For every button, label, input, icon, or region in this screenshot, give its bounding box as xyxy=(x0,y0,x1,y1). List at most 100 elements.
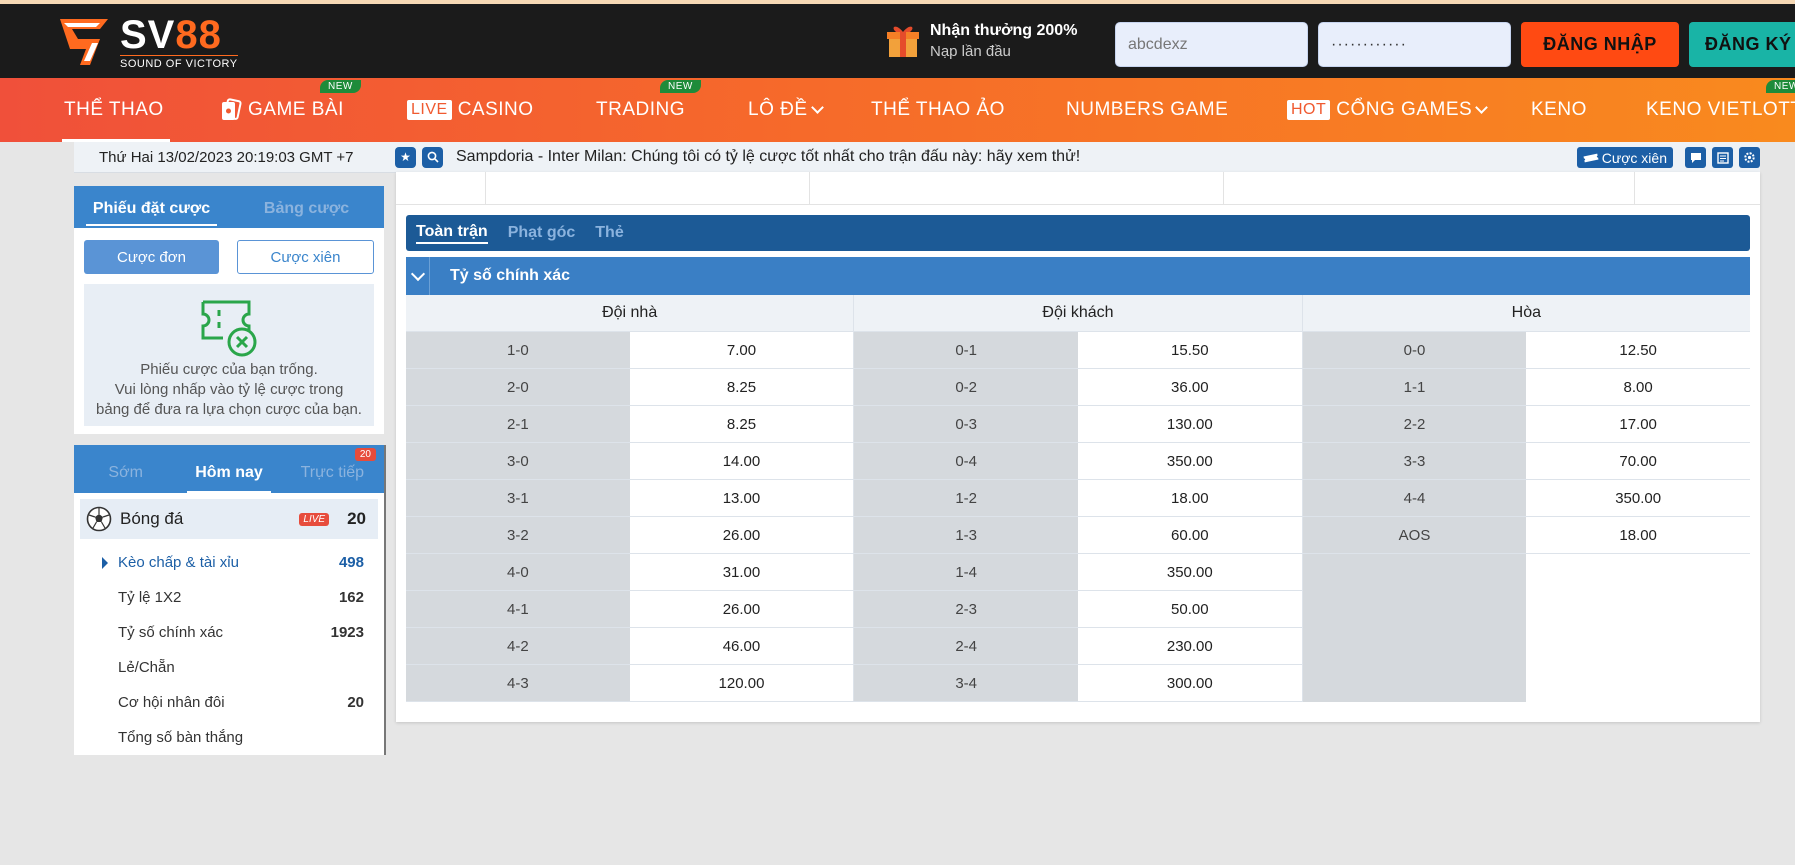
odds-price-button[interactable]: 230.00 xyxy=(1077,628,1302,664)
odds-price-button[interactable]: 8.25 xyxy=(629,406,854,442)
search-icon[interactable] xyxy=(422,146,443,168)
promo-subtitle: Nạp lần đầu xyxy=(930,43,1011,60)
nav-keno-vietlott[interactable]: KENO VIETLOTT NEW xyxy=(1646,78,1795,142)
table-row: 1-3 60.00 xyxy=(854,517,1302,554)
first-deposit-promo[interactable]: Nhận thưởng 200% Nạp lần đầu xyxy=(886,22,1077,60)
odds-price-button[interactable]: 120.00 xyxy=(629,665,854,701)
tab-early[interactable]: Sớm xyxy=(74,456,177,482)
settings-gear-icon[interactable] xyxy=(1739,147,1760,168)
sport-count: 20 xyxy=(347,509,366,528)
odds-price-button[interactable]: 350.00 xyxy=(1077,554,1302,590)
market-double-chance[interactable]: Cơ hội nhân đôi 20 xyxy=(74,685,384,720)
odds-price-button[interactable]: 46.00 xyxy=(629,628,854,664)
nav-trading[interactable]: TRADING NEW xyxy=(596,78,701,142)
playing-cards-icon xyxy=(222,98,242,120)
collapse-toggle[interactable] xyxy=(406,257,430,295)
tab-bet-slip[interactable]: Phiếu đặt cược xyxy=(74,200,229,228)
table-row: 2-3 50.00 xyxy=(854,591,1302,628)
sport-football[interactable]: Bóng đá LIVE 20 xyxy=(80,499,378,539)
market-header[interactable]: Tỷ số chính xác xyxy=(406,257,1750,295)
nav-live-casino[interactable]: LIVE CASINO xyxy=(407,78,534,142)
parlay-label: Cược xiên xyxy=(1601,149,1667,166)
nav-lottery[interactable]: LÔ ĐỀ xyxy=(748,78,824,142)
market-handicap-over-under[interactable]: Kèo chấp & tài xỉu 498 xyxy=(74,545,384,580)
tab-live-label: Trực tiếp xyxy=(300,464,365,481)
single-bet-button[interactable]: Cược đơn xyxy=(84,240,219,274)
register-button[interactable]: ĐĂNG KÝ xyxy=(1689,22,1795,67)
login-button[interactable]: ĐĂNG NHẬP xyxy=(1521,22,1679,67)
match-header-strip xyxy=(396,172,1760,205)
parlay-button[interactable]: Cược xiên xyxy=(1576,147,1673,168)
nav-virtual-sports[interactable]: THỂ THAO ẢO xyxy=(871,78,1005,142)
odds-price-button[interactable]: 7.00 xyxy=(629,332,854,368)
empty-message-line: Vui lòng nhấp vào tỷ lệ cược trong xyxy=(114,381,344,398)
tab-today[interactable]: Hôm nay xyxy=(177,456,280,493)
nav-label: THỂ THAO ẢO xyxy=(871,99,1005,120)
live-tag: LIVE xyxy=(407,100,452,120)
odds-price-button[interactable]: 15.50 xyxy=(1077,332,1302,368)
odds-price-button[interactable]: 60.00 xyxy=(1077,517,1302,553)
nav-keno[interactable]: KENO xyxy=(1531,78,1587,142)
odds-price-button[interactable]: 50.00 xyxy=(1077,591,1302,627)
score-label: 3-1 xyxy=(406,480,630,516)
score-label: 2-1 xyxy=(406,406,630,442)
table-row: 0-4 350.00 xyxy=(854,443,1302,480)
bet-list-icon[interactable] xyxy=(1712,147,1733,168)
odds-price-button[interactable]: 18.00 xyxy=(1077,480,1302,516)
odds-price-button[interactable]: 36.00 xyxy=(1077,369,1302,405)
market-correct-score[interactable]: Tỷ số chính xác 1923 xyxy=(74,615,384,650)
score-label: 4-0 xyxy=(406,554,630,590)
score-label: 4-4 xyxy=(1302,480,1527,516)
market-1x2[interactable]: Tỷ lệ 1X2 162 xyxy=(74,580,384,615)
empty-cell xyxy=(1526,628,1750,665)
parlay-bet-button[interactable]: Cược xiên xyxy=(237,240,374,274)
star-icon[interactable]: ★ xyxy=(395,146,416,168)
empty-cell xyxy=(1526,554,1750,591)
odds-price-button[interactable]: 14.00 xyxy=(629,443,854,479)
nav-numbers-game[interactable]: NUMBERS GAME xyxy=(1066,78,1228,142)
market-count: 162 xyxy=(338,589,364,606)
odds-price-button[interactable]: 31.00 xyxy=(629,554,854,590)
new-badge: NEW xyxy=(320,80,361,93)
odds-price-button[interactable]: 18.00 xyxy=(1526,517,1750,553)
tab-full-match[interactable]: Toàn trận xyxy=(416,223,488,244)
odds-price-button[interactable]: 26.00 xyxy=(629,591,854,627)
odds-price-button[interactable]: 130.00 xyxy=(1077,406,1302,442)
score-label: 4-2 xyxy=(406,628,630,664)
bet-slip-panel: Phiếu đặt cược Bảng cược Cược đơn Cược x… xyxy=(74,186,384,434)
nav-label: KENO VIETLOTT xyxy=(1646,99,1795,120)
score-label: AOS xyxy=(1302,517,1527,553)
market-title: Tỷ số chính xác xyxy=(450,267,571,284)
site-logo[interactable]: SV88 SOUND OF VICTORY xyxy=(56,14,238,70)
table-row: 3-2 26.00 xyxy=(406,517,854,554)
odds-price-button[interactable]: 70.00 xyxy=(1526,443,1750,479)
odds-price-button[interactable]: 8.00 xyxy=(1526,369,1750,405)
market-total-goals[interactable]: Tổng số bàn thắng xyxy=(74,720,384,755)
market-odd-even[interactable]: Lẻ/Chẵn xyxy=(74,650,384,685)
tab-cards[interactable]: Thẻ xyxy=(595,224,623,242)
nav-card-games[interactable]: GAME BÀI NEW xyxy=(220,78,361,142)
chat-icon[interactable] xyxy=(1685,147,1706,168)
odds-price-button[interactable]: 12.50 xyxy=(1526,332,1750,368)
empty-cell xyxy=(1302,665,1527,702)
password-input[interactable]: ············ xyxy=(1318,22,1511,67)
odds-price-button[interactable]: 300.00 xyxy=(1077,665,1302,701)
odds-price-button[interactable]: 17.00 xyxy=(1526,406,1750,442)
tab-bet-list[interactable]: Bảng cược xyxy=(229,200,384,228)
empty-message-line: Phiếu cược của bạn trống. xyxy=(140,361,318,378)
username-input[interactable]: abcdexz xyxy=(1115,22,1308,67)
score-label: 0-0 xyxy=(1302,332,1527,368)
table-row: 0-3 130.00 xyxy=(854,406,1302,443)
odds-price-button[interactable]: 8.25 xyxy=(629,369,854,405)
empty-cell xyxy=(1302,628,1527,665)
odds-price-button[interactable]: 350.00 xyxy=(1077,443,1302,479)
odds-price-button[interactable]: 26.00 xyxy=(629,517,854,553)
nav-sports[interactable]: THỂ THAO xyxy=(62,78,170,142)
ticker-message[interactable]: Sampdoria - Inter Milan: Chúng tôi có tỷ… xyxy=(456,148,1080,166)
tab-corners[interactable]: Phạt góc xyxy=(508,224,576,242)
ticket-icon xyxy=(1583,153,1599,162)
odds-price-button[interactable]: 350.00 xyxy=(1526,480,1750,516)
gift-icon xyxy=(887,26,919,57)
odds-price-button[interactable]: 13.00 xyxy=(629,480,854,516)
nav-game-portal[interactable]: HOT CỔNG GAMES xyxy=(1287,78,1489,142)
